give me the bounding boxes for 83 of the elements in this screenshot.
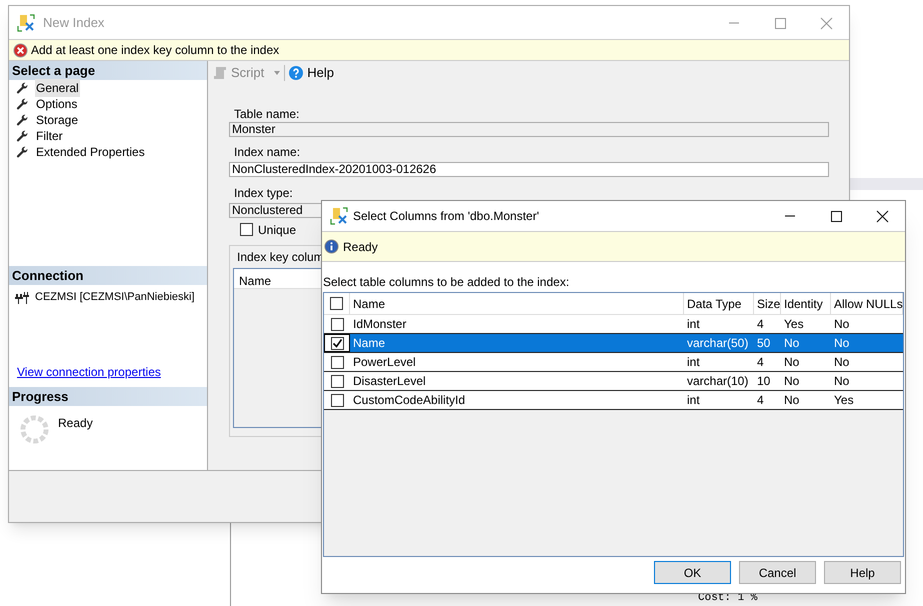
table-cell-text: Yes <box>833 392 855 409</box>
wrench-icon <box>16 82 29 94</box>
app-icon <box>330 207 348 225</box>
prompt-text: Select table columns to be added to the index: <box>322 274 570 291</box>
dialog-button[interactable]: OK <box>654 561 731 584</box>
table-cell-text: 4 <box>756 316 765 333</box>
table-name-field[interactable]: Monster <box>229 122 829 137</box>
wrench-icon <box>16 114 29 126</box>
table-cell-text: No <box>783 354 800 371</box>
field-label: Index name: <box>233 144 302 159</box>
table-row[interactable]: Name varchar(50) 50 No No <box>324 334 903 353</box>
column-header[interactable]: Data Type <box>684 293 754 314</box>
dropdown-arrow-icon <box>274 71 280 75</box>
error-message: Add at least one index key column to the index <box>31 42 280 59</box>
section-header: Select a page <box>9 61 207 80</box>
table-cell-text: No <box>833 316 850 333</box>
column-header[interactable]: Allow NULLs <box>831 293 903 314</box>
table-cell-text: DisasterLevel <box>352 373 427 390</box>
select-all-checkbox[interactable] <box>330 297 343 310</box>
table-cell-text: PowerLevel <box>352 354 417 371</box>
wrench-icon <box>16 146 29 158</box>
table-cell-text: int <box>686 354 701 371</box>
unique-checkbox[interactable] <box>240 223 253 236</box>
table-cell-text: No <box>783 373 800 390</box>
table-cell-text: Name <box>352 335 386 352</box>
table-row[interactable]: CustomCodeAbilityId int 4 No Yes <box>324 391 903 410</box>
dialog-title: Select Columns from 'dbo.Monster' <box>353 208 539 225</box>
field-label: Table name: <box>233 106 300 122</box>
wrench-icon <box>16 98 29 110</box>
page-item[interactable]: Filter <box>35 127 64 145</box>
table-cell-text: IdMonster <box>352 316 408 333</box>
table-cell-text: No <box>783 335 800 352</box>
table-cell-text: 50 <box>756 335 772 352</box>
table-row[interactable]: PowerLevel int 4 No No <box>324 353 903 372</box>
table-row[interactable]: IdMonster int 4 Yes No <box>324 315 903 334</box>
page-item[interactable]: Extended Properties <box>35 143 146 161</box>
page-item[interactable]: Options <box>35 95 78 113</box>
column-header[interactable]: Name <box>350 293 684 314</box>
connection-label: CEZMSI [CEZMSI\PanNiebieski] <box>35 290 195 305</box>
table-cell-text: int <box>686 316 701 333</box>
table-cell-text: int <box>686 392 701 409</box>
plug-icon <box>15 290 29 304</box>
section-header: Progress <box>9 387 207 406</box>
table-row[interactable]: DisasterLevel varchar(10) 10 No No <box>324 372 903 391</box>
row-checkbox[interactable] <box>330 318 344 330</box>
dialog-button[interactable]: Help <box>824 561 901 584</box>
column-header: Name <box>238 273 272 288</box>
column-header[interactable]: Size <box>754 293 781 314</box>
column-header[interactable]: Identity <box>781 293 831 314</box>
table-cell-text: 4 <box>756 354 765 371</box>
section-header: Connection <box>9 266 207 285</box>
row-checkbox[interactable] <box>330 336 344 350</box>
checkbox-label: Unique <box>258 222 296 238</box>
progress-status: Ready <box>58 415 93 432</box>
row-checkbox[interactable] <box>330 356 344 368</box>
error-icon <box>13 42 28 58</box>
row-checkbox[interactable] <box>330 394 344 406</box>
window-title: New Index <box>43 14 104 32</box>
page-item[interactable]: General <box>35 79 80 97</box>
table-cell-text: 10 <box>756 373 772 390</box>
index-name-field[interactable]: NonClusteredIndex-20201003-012626 <box>229 162 829 177</box>
table-cell-text: No <box>833 373 850 390</box>
help-icon <box>289 66 304 80</box>
table-cell-text: No <box>833 335 850 352</box>
field-label: Index type: <box>233 185 294 200</box>
app-icon <box>17 14 35 32</box>
row-checkbox[interactable] <box>330 374 344 388</box>
table-cell-text: varchar(10) <box>686 373 750 390</box>
table-cell-text: 4 <box>756 392 765 409</box>
page-item[interactable]: Storage <box>35 111 80 129</box>
table-cell-text: varchar(50) <box>686 335 750 352</box>
info-icon <box>324 239 339 254</box>
dialog-button[interactable]: Cancel <box>739 561 816 584</box>
view-connection-link[interactable]: View connection properties <box>9 363 207 381</box>
table-cell-text: Yes <box>783 316 805 333</box>
wrench-icon <box>16 130 29 142</box>
table-cell-text: No <box>783 392 800 409</box>
table-cell-text: CustomCodeAbilityId <box>352 392 466 409</box>
table-cell-text: No <box>833 354 850 371</box>
script-icon <box>213 66 227 80</box>
spinner-icon <box>19 414 50 445</box>
help-button[interactable]: Help <box>289 63 334 83</box>
status-text: Ready <box>343 238 378 256</box>
